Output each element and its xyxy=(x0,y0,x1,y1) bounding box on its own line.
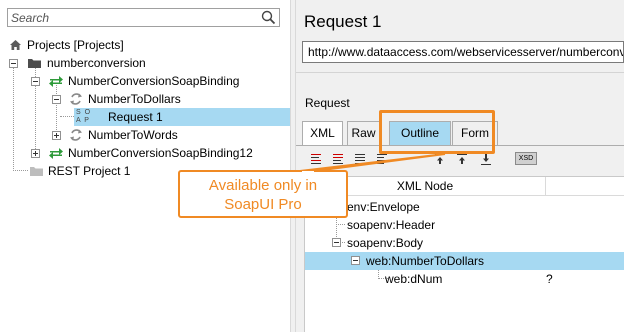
align-icon[interactable] xyxy=(354,153,366,166)
outline-grid: XML Node env:Envelope soapenv:Header soa… xyxy=(304,176,624,332)
navigator-panel: Projects [Projects] numberconversion Num… xyxy=(0,0,290,332)
collapse-toggle[interactable] xyxy=(52,95,61,104)
xml-node-label: web:NumberToDollars xyxy=(366,254,485,268)
tree-item-interface[interactable]: NumberConversionSoapBinding xyxy=(0,72,290,90)
tree-item-label: Projects [Projects] xyxy=(27,38,124,52)
expand-toggle[interactable] xyxy=(52,131,61,140)
operation-cycle-icon xyxy=(70,93,82,105)
tree-item-label: NumberConversionSoapBinding12 xyxy=(68,146,253,160)
tree-item-request[interactable]: S O A P Request 1 xyxy=(74,108,290,126)
request-section-label: Request xyxy=(305,96,350,110)
tree-item-interface[interactable]: NumberConversionSoapBinding12 xyxy=(0,144,290,162)
xsd-toggle-button[interactable]: XSD xyxy=(515,152,537,165)
table-row[interactable]: soapenv:Body xyxy=(305,234,624,252)
table-row[interactable]: env:Envelope xyxy=(305,198,624,216)
tree-item-operation[interactable]: NumberToDollars xyxy=(0,90,290,108)
collapse-toggle[interactable] xyxy=(332,238,341,247)
tree-item-operation[interactable]: NumberToWords xyxy=(0,126,290,144)
move-top-icon[interactable] xyxy=(456,153,468,166)
callout-pointer-joint xyxy=(302,171,314,173)
tab-raw[interactable]: Raw xyxy=(347,121,380,145)
collapse-toggle[interactable] xyxy=(31,77,40,86)
move-down-icon[interactable] xyxy=(480,153,492,166)
tree-item-label: Request 1 xyxy=(108,110,163,124)
interface-arrows-icon xyxy=(49,76,63,87)
tab-xml[interactable]: XML xyxy=(302,121,343,145)
tree-item-label: NumberConversionSoapBinding xyxy=(68,74,240,88)
tree-item-label: NumberToWords xyxy=(88,128,178,142)
highlight-box xyxy=(379,110,495,154)
table-row[interactable]: soapenv:Header xyxy=(305,216,624,234)
expand-toggle[interactable] xyxy=(31,149,40,158)
collapse-all-icon[interactable] xyxy=(332,153,344,166)
xml-node-label: soapenv:Header xyxy=(347,218,436,232)
tree-item-label: NumberToDollars xyxy=(88,92,181,106)
xml-node-label: soapenv:Body xyxy=(347,236,424,250)
xml-node-label: env:Envelope xyxy=(347,200,420,214)
tree-item-label: REST Project 1 xyxy=(48,164,131,178)
soap-request-icon: S O A P xyxy=(76,109,92,124)
operation-cycle-icon xyxy=(70,129,82,141)
xml-node-label: web:dNum xyxy=(385,272,443,286)
folder-icon xyxy=(30,167,43,176)
callout-balloon: Available only in SoapUI Pro xyxy=(178,170,348,218)
divider xyxy=(296,72,624,73)
expand-all-icon[interactable] xyxy=(310,153,322,166)
search-input[interactable] xyxy=(11,10,261,25)
move-up-icon[interactable] xyxy=(434,153,446,166)
search-box[interactable] xyxy=(7,8,280,27)
collapse-toggle[interactable] xyxy=(9,59,18,68)
home-icon xyxy=(10,40,21,50)
interface-arrows-icon xyxy=(49,148,63,159)
endpoint-url-field[interactable]: http://www.dataaccess.com/webservicesser… xyxy=(302,41,624,63)
list-icon[interactable] xyxy=(376,153,388,166)
grid-header: XML Node xyxy=(305,177,624,196)
xml-node-value[interactable]: ? xyxy=(546,270,624,288)
tree-item-projects[interactable]: Projects [Projects] xyxy=(0,36,290,54)
callout-text-line1: Available only in xyxy=(208,177,318,194)
collapse-toggle[interactable] xyxy=(351,256,360,265)
page-title: Request 1 xyxy=(304,12,382,31)
tree-item-label: numberconversion xyxy=(47,56,146,70)
request-editor: Request 1 http://www.dataaccess.com/webs… xyxy=(296,0,624,332)
callout-text-line2: SoapUI Pro xyxy=(224,196,302,213)
tree-item-project[interactable]: numberconversion xyxy=(0,54,290,72)
folder-icon xyxy=(28,59,41,68)
table-row[interactable]: web:NumberToDollars xyxy=(305,252,624,270)
table-row[interactable]: web:dNum ? xyxy=(305,270,624,288)
search-icon[interactable] xyxy=(261,10,276,25)
